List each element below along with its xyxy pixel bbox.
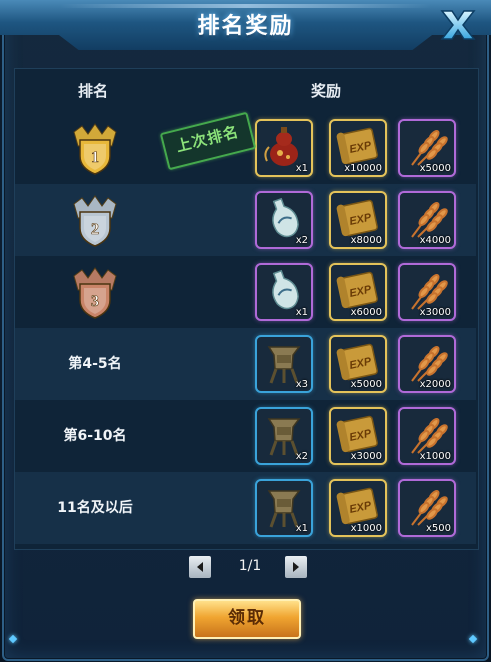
reward-item-slot[interactable]: x500 xyxy=(398,479,456,537)
rank-column-header: 排名 xyxy=(78,82,109,100)
item-quantity: x3000 xyxy=(419,307,451,318)
ranking-reward-window: 排名奖励 排名 奖励 1 x1 EXP x10000 x5000 2 x2 EXP x8000 x… xyxy=(0,0,491,662)
reward-item-slot[interactable]: EXP x1000 xyxy=(329,479,387,537)
reward-item-slot[interactable]: x4000 xyxy=(398,191,456,249)
reward-item-slot[interactable]: x2000 xyxy=(398,335,456,393)
item-quantity: x1 xyxy=(295,163,308,174)
reward-item-slot[interactable]: x3 xyxy=(255,335,313,393)
close-button[interactable] xyxy=(438,8,478,42)
item-quantity: x1000 xyxy=(350,523,382,534)
item-quantity: x5000 xyxy=(419,163,451,174)
svg-text:3: 3 xyxy=(91,293,99,310)
reward-item-slot[interactable]: EXP x8000 xyxy=(329,191,387,249)
item-quantity: x2000 xyxy=(419,379,451,390)
close-icon xyxy=(440,10,476,40)
claim-button[interactable]: 领取 xyxy=(193,599,301,639)
item-quantity: x4000 xyxy=(419,235,451,246)
item-quantity: x8000 xyxy=(350,235,382,246)
window-title: 排名奖励 xyxy=(197,14,294,39)
prev-page-button[interactable] xyxy=(189,556,211,578)
rank-label: 11名及以后 xyxy=(57,500,133,516)
gold-medal-icon: 1 xyxy=(70,120,120,176)
reward-item-slot[interactable]: EXP x10000 xyxy=(329,119,387,177)
reward-item-slot[interactable]: EXP x5000 xyxy=(329,335,387,393)
reward-item-slot[interactable]: x5000 xyxy=(398,119,456,177)
reward-item-slot[interactable]: x2 xyxy=(255,407,313,465)
svg-text:1: 1 xyxy=(91,149,99,166)
item-quantity: x500 xyxy=(425,523,451,534)
reward-item-slot[interactable]: x1 xyxy=(255,119,313,177)
rank-label: 第4-5名 xyxy=(68,356,122,372)
item-quantity: x1 xyxy=(295,307,308,318)
reward-item-slot[interactable]: x3000 xyxy=(398,263,456,321)
item-quantity: x3 xyxy=(295,379,308,390)
reward-item-slot[interactable]: x1 xyxy=(255,263,313,321)
arrow-right-icon xyxy=(293,562,299,572)
item-quantity: x5000 xyxy=(350,379,382,390)
reward-item-slot[interactable]: x1000 xyxy=(398,407,456,465)
silver-medal-icon: 2 xyxy=(70,192,120,248)
item-quantity: x1000 xyxy=(419,451,451,462)
pagination: 1/1 xyxy=(0,556,491,580)
item-quantity: x3000 xyxy=(350,451,382,462)
item-quantity: x6000 xyxy=(350,307,382,318)
reward-column-header: 奖励 xyxy=(311,82,342,100)
item-quantity: x1 xyxy=(295,523,308,534)
reward-item-slot[interactable]: EXP x6000 xyxy=(329,263,387,321)
page-indicator: 1/1 xyxy=(238,558,262,574)
arrow-left-icon xyxy=(197,562,203,572)
rank-label: 第6-10名 xyxy=(63,428,127,444)
reward-item-slot[interactable]: x2 xyxy=(255,191,313,249)
reward-row: 2 x2 EXP x8000 x4000 xyxy=(15,184,476,256)
reward-row: 第4-5名 x3 EXP x5000 x2000 xyxy=(15,328,476,400)
next-page-button[interactable] xyxy=(285,556,307,578)
item-quantity: x2 xyxy=(295,451,308,462)
reward-item-slot[interactable]: EXP x3000 xyxy=(329,407,387,465)
reward-row: 11名及以后 x1 EXP x1000 x500 xyxy=(15,472,476,544)
bronze-medal-icon: 3 xyxy=(70,264,120,320)
item-quantity: x10000 xyxy=(344,163,382,174)
reward-row: 3 x1 EXP x6000 x3000 xyxy=(15,256,476,328)
reward-row: 第6-10名 x2 EXP x3000 x1000 xyxy=(15,400,476,472)
svg-text:2: 2 xyxy=(91,221,99,238)
reward-item-slot[interactable]: x1 xyxy=(255,479,313,537)
item-quantity: x2 xyxy=(295,235,308,246)
